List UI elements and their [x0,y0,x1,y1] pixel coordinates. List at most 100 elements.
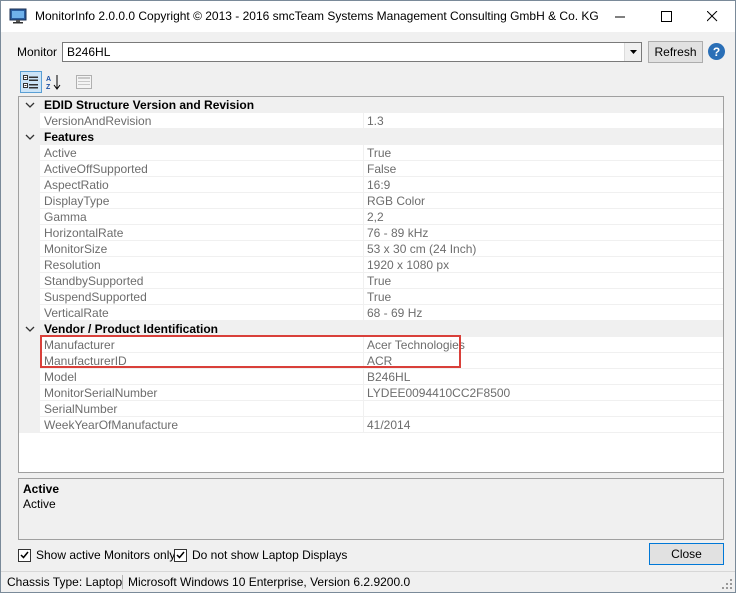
property-row[interactable]: AspectRatio 16:9 [19,177,723,193]
property-name: Manufacturer [40,337,364,353]
property-value[interactable]: 53 x 30 cm (24 Inch) [364,241,723,257]
monitor-dropdown[interactable]: B246HL [62,42,642,62]
resize-grip-icon[interactable] [722,579,733,590]
property-name: Active [40,145,364,161]
property-value[interactable]: ACR [364,353,723,369]
property-value[interactable]: True [364,145,723,161]
property-row[interactable]: VerticalRate 68 - 69 Hz [19,305,723,321]
property-value[interactable]: B246HL [364,369,723,385]
status-bar: Chassis Type: Laptop Microsoft Windows 1… [1,571,735,592]
property-row[interactable]: DisplayType RGB Color [19,193,723,209]
property-value[interactable] [364,401,723,417]
category-label: Features [44,130,95,144]
chevron-down-icon[interactable] [25,100,35,110]
status-divider [122,575,123,589]
property-value[interactable]: 1920 x 1080 px [364,257,723,273]
chevron-down-icon[interactable] [25,324,35,334]
close-window-button[interactable] [689,1,735,32]
close-icon [706,11,717,22]
property-row[interactable]: Gamma 2,2 [19,209,723,225]
property-name: HorizontalRate [40,225,364,241]
maximize-button[interactable] [643,1,689,32]
property-name: ActiveOffSupported [40,161,364,177]
property-row[interactable]: MonitorSerialNumber LYDEE0094410CC2F8500 [19,385,723,401]
status-chassis-type: Chassis Type: Laptop [7,575,123,589]
help-icon[interactable]: ? [708,43,725,60]
chevron-down-icon[interactable] [624,43,641,61]
property-row[interactable]: Model B246HL [19,369,723,385]
property-value[interactable]: 1.3 [364,113,723,129]
property-name: VerticalRate [40,305,364,321]
category-label: EDID Structure Version and Revision [44,98,255,112]
property-value[interactable]: 41/2014 [364,417,723,433]
property-row[interactable]: WeekYearOfManufacture 41/2014 [19,417,723,433]
property-name: AspectRatio [40,177,364,193]
window-title: MonitorInfo 2.0.0.0 Copyright © 2013 - 2… [35,9,599,23]
property-row[interactable]: ActiveOffSupported False [19,161,723,177]
minimize-button[interactable] [597,1,643,32]
title-bar[interactable]: MonitorInfo 2.0.0.0 Copyright © 2013 - 2… [1,1,735,32]
checkmark-icon[interactable] [174,548,187,562]
description-text: Active [23,497,56,511]
status-os-version: Microsoft Windows 10 Enterprise, Version… [128,575,411,589]
refresh-button[interactable]: Refresh [648,41,703,63]
property-value[interactable]: Acer Technologies [364,337,723,353]
property-pages-icon [73,71,95,93]
property-value[interactable]: 76 - 89 kHz [364,225,723,241]
checkbox-label: Show active Monitors only [36,548,176,562]
property-value[interactable]: False [364,161,723,177]
property-value[interactable]: 16:9 [364,177,723,193]
close-button[interactable]: Close [649,543,724,565]
property-value[interactable]: 68 - 69 Hz [364,305,723,321]
checkbox-label: Do not show Laptop Displays [192,548,348,562]
property-name: MonitorSerialNumber [40,385,364,401]
property-name: Resolution [40,257,364,273]
monitor-label: Monitor [17,45,58,59]
property-row[interactable]: Resolution 1920 x 1080 px [19,257,723,273]
description-panel: Active Active [18,478,724,540]
category-label: Vendor / Product Identification [44,322,219,336]
property-row[interactable]: Manufacturer Acer Technologies [19,337,723,353]
minimize-icon [614,16,625,18]
property-grid[interactable]: EDID Structure Version and Revision Vers… [18,96,724,473]
property-value[interactable]: 2,2 [364,209,723,225]
category-edid[interactable]: EDID Structure Version and Revision [19,97,723,113]
monitor-icon [9,8,27,24]
checkmark-icon[interactable] [18,548,31,562]
property-row[interactable]: MonitorSize 53 x 30 cm (24 Inch) [19,241,723,257]
svg-text:Z: Z [46,84,51,90]
maximize-icon [660,11,672,22]
property-row[interactable]: ManufacturerID ACR [19,353,723,369]
property-value[interactable]: True [364,273,723,289]
property-row[interactable]: Active True [19,145,723,161]
property-value[interactable]: True [364,289,723,305]
svg-text:A: A [46,76,51,83]
property-value[interactable]: LYDEE0094410CC2F8500 [364,385,723,401]
category-vendor[interactable]: Vendor / Product Identification [19,321,723,337]
property-name: SuspendSupported [40,289,364,305]
property-name: MonitorSize [40,241,364,257]
property-value[interactable]: RGB Color [364,193,723,209]
no-laptop-displays-checkbox[interactable]: Do not show Laptop Displays [174,548,347,562]
property-row[interactable]: VersionAndRevision 1.3 [19,113,723,129]
show-active-monitors-checkbox[interactable]: Show active Monitors only [18,548,175,562]
property-name: ManufacturerID [40,353,364,369]
categorized-icon[interactable] [20,71,42,93]
property-name: StandbySupported [40,273,364,289]
property-name: VersionAndRevision [40,113,364,129]
property-name: Model [40,369,364,385]
property-name: Gamma [40,209,364,225]
chevron-down-icon[interactable] [25,132,35,142]
monitorinfo-window: MonitorInfo 2.0.0.0 Copyright © 2013 - 2… [0,0,736,593]
alphabetical-sort-icon[interactable]: A Z [43,71,65,93]
description-title: Active [23,482,60,496]
category-features[interactable]: Features [19,129,723,145]
property-row[interactable]: HorizontalRate 76 - 89 kHz [19,225,723,241]
property-row[interactable]: SuspendSupported True [19,289,723,305]
property-name: DisplayType [40,193,364,209]
property-row[interactable]: StandbySupported True [19,273,723,289]
property-name: SerialNumber [40,401,364,417]
property-name: WeekYearOfManufacture [40,417,364,433]
property-row[interactable]: SerialNumber [19,401,723,417]
monitor-selected-value: B246HL [67,45,111,59]
